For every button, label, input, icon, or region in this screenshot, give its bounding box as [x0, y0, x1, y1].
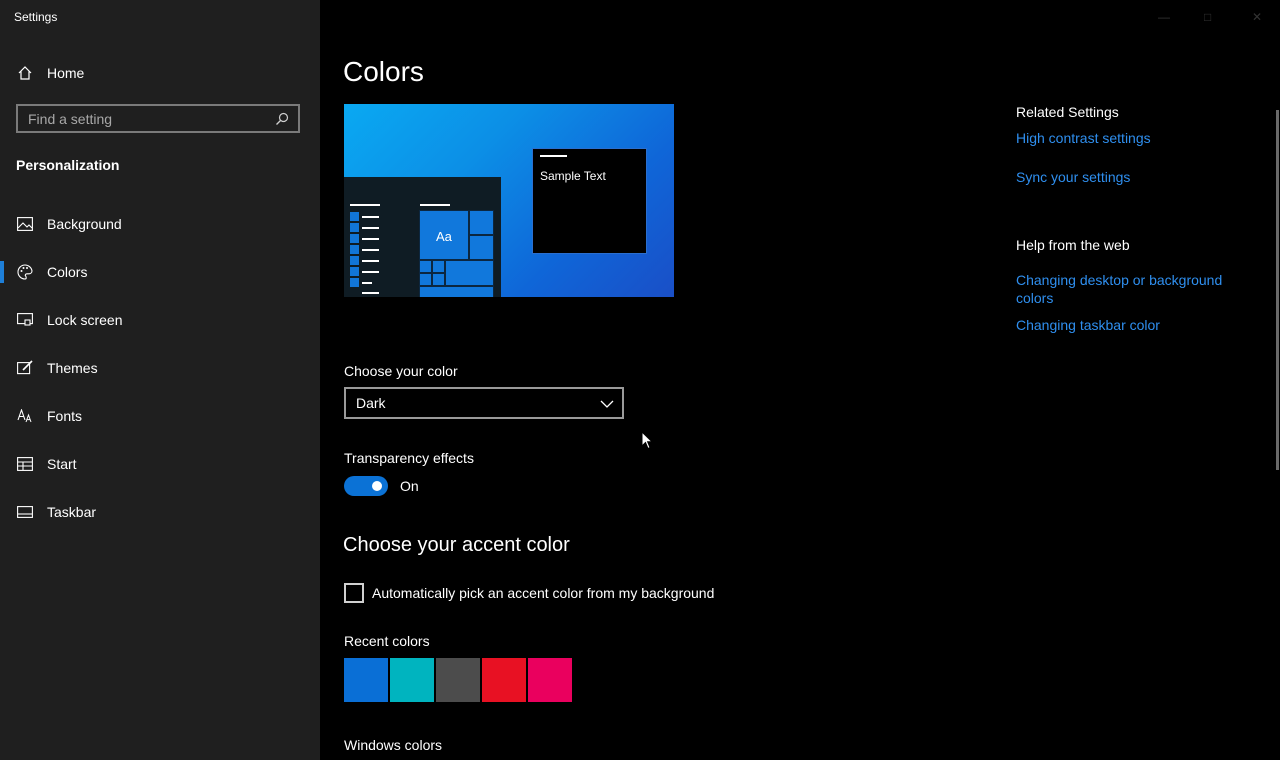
- palette-icon: [16, 263, 34, 281]
- sidebar-item-background[interactable]: Background: [0, 200, 320, 248]
- sidebar-item-label: Taskbar: [47, 504, 97, 520]
- preview-window: Sample Text: [532, 148, 647, 254]
- recent-colors-label: Recent colors: [344, 633, 430, 649]
- color-mode-value: Dark: [356, 395, 386, 411]
- related-heading: Related Settings: [1016, 104, 1119, 120]
- font-icon: [16, 407, 34, 425]
- color-swatch[interactable]: [344, 658, 388, 702]
- sidebar-item-label: Colors: [47, 264, 88, 280]
- preview-start-menu: Aa: [344, 177, 501, 297]
- search-box[interactable]: [16, 104, 300, 133]
- recent-colors: [344, 658, 574, 702]
- minimize-icon[interactable]: —: [1158, 10, 1170, 24]
- preview-sample-text: Sample Text: [540, 169, 606, 183]
- link-high-contrast[interactable]: High contrast settings: [1016, 129, 1246, 147]
- sidebar-item-colors[interactable]: Colors: [0, 248, 320, 296]
- sidebar-item-start[interactable]: Start: [0, 440, 320, 488]
- chevron-down-icon: [600, 395, 614, 411]
- auto-accent-checkbox[interactable]: [344, 583, 364, 603]
- color-swatch[interactable]: [482, 658, 526, 702]
- home-icon: [16, 64, 34, 82]
- nav-home-label: Home: [47, 65, 85, 81]
- main-content: Colors Aa Sample Text Choose your color …: [320, 0, 1280, 760]
- transparency-state: On: [400, 478, 419, 494]
- transparency-label: Transparency effects: [344, 450, 474, 466]
- close-icon[interactable]: ✕: [1252, 10, 1262, 24]
- taskbar-icon: [16, 503, 34, 521]
- help-heading: Help from the web: [1016, 237, 1130, 253]
- theme-preview: Aa Sample Text: [344, 104, 674, 297]
- sidebar-item-label: Themes: [47, 360, 98, 376]
- scrollbar[interactable]: [1276, 110, 1279, 470]
- transparency-toggle[interactable]: [344, 476, 388, 496]
- accent-heading: Choose your accent color: [343, 534, 570, 556]
- search-icon[interactable]: [272, 109, 292, 129]
- lock-screen-icon: [16, 311, 34, 329]
- app-title: Settings: [14, 10, 58, 24]
- maximize-icon[interactable]: □: [1204, 10, 1211, 24]
- choose-color-label: Choose your color: [344, 363, 458, 379]
- sidebar-item-lock-screen[interactable]: Lock screen: [0, 296, 320, 344]
- section-label: Personalization: [16, 157, 120, 173]
- search-input[interactable]: [18, 110, 272, 127]
- link-sync-settings[interactable]: Sync your settings: [1016, 168, 1246, 186]
- windows-colors-label: Windows colors: [344, 737, 443, 753]
- nav-home[interactable]: Home: [16, 62, 84, 84]
- preview-tile-text: Aa: [436, 229, 452, 244]
- link-desktop-background-colors[interactable]: Changing desktop or background colors: [1016, 271, 1246, 307]
- page-title: Colors: [343, 56, 424, 87]
- color-mode-dropdown[interactable]: Dark: [344, 387, 624, 419]
- link-taskbar-color[interactable]: Changing taskbar color: [1016, 316, 1246, 334]
- color-swatch[interactable]: [436, 658, 480, 702]
- transparency-row: On: [344, 476, 419, 496]
- color-swatch[interactable]: [390, 658, 434, 702]
- mouse-cursor-icon: [641, 430, 654, 455]
- brush-icon: [16, 359, 34, 377]
- sidebar-item-fonts[interactable]: Fonts: [0, 392, 320, 440]
- sidebar: Settings Home Personalization Background…: [0, 0, 320, 760]
- sidebar-item-themes[interactable]: Themes: [0, 344, 320, 392]
- sidebar-item-taskbar[interactable]: Taskbar: [0, 488, 320, 536]
- nav-list: Background Colors Lock screen Themes Fon…: [0, 200, 320, 536]
- sidebar-item-label: Fonts: [47, 408, 83, 424]
- auto-accent-label: Automatically pick an accent color from …: [372, 585, 715, 601]
- sidebar-item-label: Start: [47, 456, 77, 472]
- image-icon: [16, 215, 34, 233]
- color-swatch[interactable]: [528, 658, 572, 702]
- sidebar-item-label: Background: [47, 216, 122, 232]
- auto-accent-option[interactable]: Automatically pick an accent color from …: [344, 583, 714, 603]
- sidebar-item-label: Lock screen: [47, 312, 123, 328]
- start-icon: [16, 455, 34, 473]
